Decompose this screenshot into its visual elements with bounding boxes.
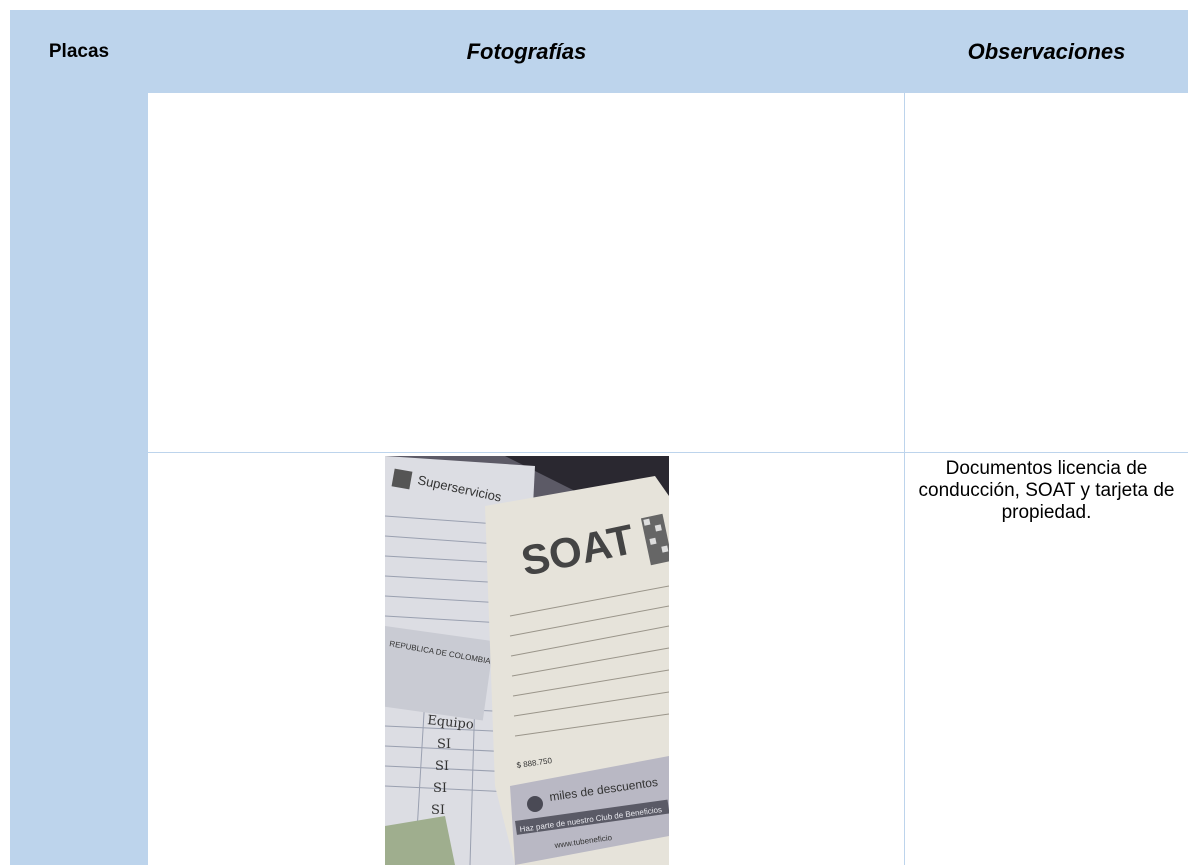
- table-row-1: [148, 93, 1188, 452]
- placas-column-cell: [10, 93, 148, 865]
- row-divider: [148, 452, 1188, 453]
- handwriting-2: SI: [435, 759, 449, 774]
- document-photo: Superservicios REPUBLICA DE COLOMBIA Equ…: [385, 456, 669, 865]
- handwriting-1: SI: [437, 737, 451, 752]
- handwriting-3: SI: [433, 781, 447, 796]
- header-placas: Placas: [48, 40, 110, 62]
- handwriting-4: SI: [431, 803, 445, 818]
- observacion-row-2: Documentos licencia de conducción, SOAT …: [918, 458, 1175, 523]
- header-fotografias: Fotografías: [466, 38, 587, 64]
- header-observaciones: Observaciones: [967, 38, 1126, 64]
- table-header: Placas Fotografías Observaciones: [10, 10, 1188, 93]
